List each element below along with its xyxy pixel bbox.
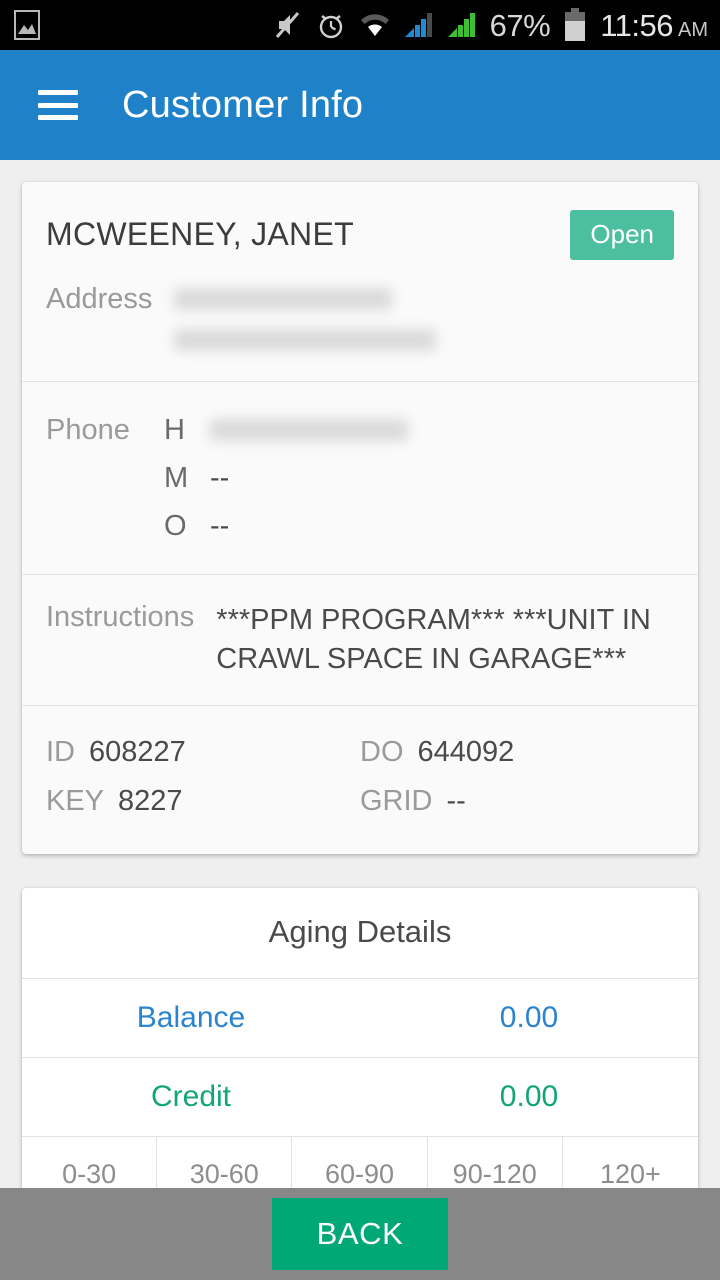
alarm-icon: [319, 14, 342, 39]
phone-type-o: O: [164, 509, 187, 542]
customer-header-row: MCWEENEY, JANET Open: [22, 182, 698, 278]
balance-label: Balance: [136, 1001, 246, 1035]
aging-header-row: 0-30 30-60 60-90 90-120 120+: [22, 1137, 698, 1188]
battery-percent-label: 67%: [489, 7, 551, 43]
open-button[interactable]: Open: [570, 210, 674, 260]
aging-buckets-table: 0-30 30-60 60-90 90-120 120+ 0.00 0.00 0…: [22, 1137, 698, 1188]
instructions-row: Instructions ***PPM PROGRAM*** ***UNIT I…: [22, 575, 698, 705]
id-value: --: [446, 785, 466, 818]
address-values: [174, 278, 437, 351]
credit-value: 0.00: [499, 1080, 559, 1114]
id-key: GRID: [360, 785, 433, 818]
id-cell-do: DO 644092: [360, 728, 674, 777]
mute-icon: [275, 12, 299, 38]
aging-header-cell: 0-30: [22, 1137, 158, 1188]
phone-section: Phone H M -- O --: [22, 382, 698, 574]
signal-sim1-icon: [404, 13, 432, 37]
phone-value-o: --: [210, 509, 230, 542]
phone-type-h: H: [164, 413, 185, 446]
instructions-value: ***PPM PROGRAM*** ***UNIT IN CRAWL SPACE…: [216, 604, 651, 676]
id-cell-id: ID 608227: [46, 728, 360, 777]
status-bar: 67% 11:56 AM: [0, 0, 720, 50]
hamburger-bar: [38, 90, 78, 95]
id-value: 644092: [417, 736, 515, 769]
signal-sim2-icon: [447, 13, 475, 37]
phone-row-mobile: M --: [46, 454, 674, 502]
phone-home-redacted: [210, 419, 408, 441]
aging-header-cell: 90-120: [428, 1137, 563, 1188]
balance-row[interactable]: Balance 0.00: [22, 979, 698, 1057]
back-button[interactable]: BACK: [272, 1198, 448, 1270]
aging-details-card: Aging Details Balance 0.00 Credit 0.00 0…: [22, 888, 698, 1188]
status-bar-left-icons: [14, 10, 40, 40]
customer-name: MCWEENEY, JANET: [46, 216, 354, 252]
bottom-bar: BACK: [0, 1188, 720, 1280]
phone-row-home: Phone H: [46, 406, 674, 454]
customer-info-card: MCWEENEY, JANET Open Address Phone H M -…: [22, 182, 698, 855]
address-row: Address: [22, 278, 698, 381]
address-line-1-redacted: [174, 288, 393, 310]
phone-value-m: --: [210, 461, 230, 494]
instructions-label: Instructions: [46, 601, 195, 633]
page-title: Customer Info: [122, 83, 364, 126]
clock-time: 11:56: [600, 7, 673, 43]
identifiers-grid: ID 608227 DO 644092 KEY 8227 GRID --: [22, 706, 698, 854]
clock: 11:56 AM: [600, 10, 708, 41]
address-line-2-redacted: [174, 329, 437, 351]
aging-header-cell: 60-90: [292, 1137, 428, 1188]
status-bar-right-icons: 67% 11:56 AM: [273, 8, 708, 42]
phone-row-other: O --: [46, 502, 674, 550]
hamburger-bar: [38, 115, 78, 120]
hamburger-menu-icon[interactable]: [38, 90, 78, 120]
id-cell-grid: GRID --: [360, 777, 674, 826]
id-cell-key: KEY 8227: [46, 777, 360, 826]
id-key: ID: [46, 736, 75, 769]
credit-row[interactable]: Credit 0.00: [22, 1058, 698, 1136]
content-area: MCWEENEY, JANET Open Address Phone H M -…: [0, 160, 720, 1188]
wifi-icon: [360, 14, 389, 36]
app-screen: 67% 11:56 AM Customer Info MCWEENEY, JAN…: [0, 0, 720, 1280]
id-value: 608227: [89, 736, 186, 769]
battery-icon: [565, 8, 586, 41]
aging-header-cell: 30-60: [157, 1137, 293, 1188]
app-bar: Customer Info: [0, 50, 720, 160]
id-key: KEY: [46, 785, 105, 818]
id-key: DO: [360, 736, 404, 769]
aging-details-title: Aging Details: [268, 914, 452, 950]
id-value: 8227: [118, 785, 183, 818]
balance-value: 0.00: [499, 1001, 559, 1035]
phone-value-h: [210, 419, 408, 441]
clock-ampm: AM: [678, 18, 708, 41]
image-icon: [14, 10, 40, 40]
phone-type-m: M: [164, 461, 189, 494]
address-label: Address: [46, 283, 153, 315]
credit-label: Credit: [150, 1080, 232, 1114]
aging-header-cell: 120+: [600, 1159, 661, 1188]
hamburger-bar: [38, 102, 78, 108]
phone-label: Phone: [46, 413, 130, 446]
